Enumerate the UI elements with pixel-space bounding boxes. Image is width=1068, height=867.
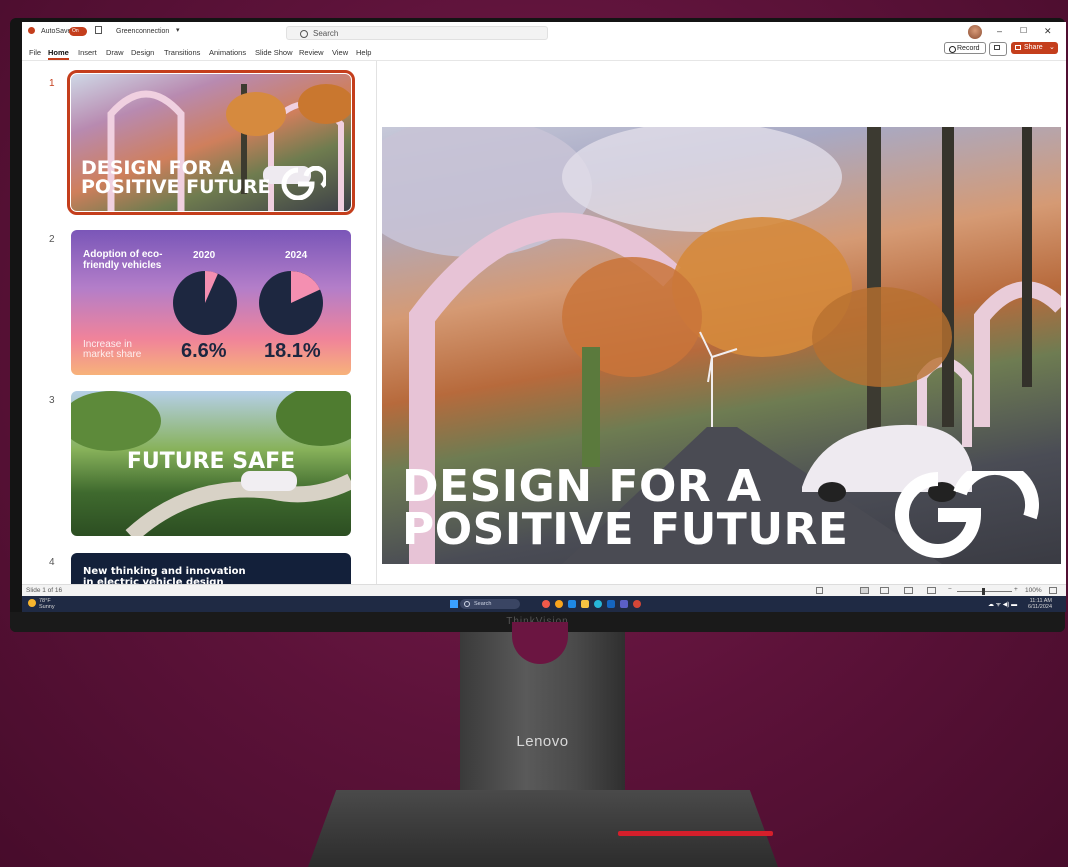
tab-home[interactable]: Home <box>48 48 69 60</box>
slide-2-caption: Increase in market share <box>83 339 142 360</box>
edge-browser-icon[interactable] <box>594 600 602 608</box>
avatar[interactable] <box>968 25 982 39</box>
comments-button[interactable] <box>989 42 1007 56</box>
go-logo-icon <box>281 166 326 200</box>
main-slide-title[interactable]: DESIGN FOR A POSITIVE FUTURE <box>402 464 849 551</box>
file-name[interactable]: Greenconnection <box>116 28 169 35</box>
weather-widget[interactable]: 78°F Sunny <box>39 598 55 610</box>
pie-chart-2024 <box>259 271 323 335</box>
record-label: Record <box>957 45 980 52</box>
slide-3-title: FUTURE SAFE <box>126 449 296 474</box>
app-icon[interactable] <box>542 600 550 608</box>
close-button[interactable]: ✕ <box>1044 26 1052 37</box>
system-tray-icons[interactable]: ☁ ᯤ ◀) ▬ <box>988 600 1017 608</box>
zoom-level[interactable]: 100% <box>1025 587 1042 594</box>
title-bar: AutoSave On Greenconnection ▾ Search – ☐… <box>22 22 1066 44</box>
year-2024-label: 2024 <box>285 250 308 261</box>
search-placeholder: Search <box>313 29 339 38</box>
reading-view-button[interactable] <box>904 587 913 594</box>
zoom-in-button[interactable]: + <box>1014 586 1018 593</box>
share-label: Share <box>1024 44 1043 51</box>
slide-number: 3 <box>49 395 55 406</box>
maximize-button[interactable]: ☐ <box>1020 26 1027 35</box>
clock[interactable]: 11:11 AM 6/11/2024 <box>1028 598 1052 610</box>
slide-1-title: DESIGN FOR A POSITIVE FUTURE <box>81 157 271 198</box>
windows-start-icon[interactable] <box>450 600 458 608</box>
autosave-label: AutoSave <box>41 28 72 35</box>
taskbar: 78°F Sunny Search ☁ ᯤ ◀) ▬ 11:11 AM 6/11… <box>22 596 1066 612</box>
slide-sorter-button[interactable] <box>880 587 889 594</box>
search-input[interactable]: Search <box>286 26 548 40</box>
powerpoint-icon[interactable] <box>633 600 641 608</box>
value-2024: 18.1% <box>264 340 321 362</box>
value-2020: 6.6% <box>181 340 227 362</box>
screen: AutoSave On Greenconnection ▾ Search – ☐… <box>22 22 1066 612</box>
slide-thumbnails-pane[interactable]: 1 DESIGN FOR A POSITIVE FUTURE 2 Adoptio… <box>22 61 377 584</box>
teams-icon[interactable] <box>620 600 628 608</box>
record-button[interactable]: Record <box>944 42 986 54</box>
slide-show-button[interactable] <box>927 587 936 594</box>
file-explorer-icon[interactable] <box>581 600 589 608</box>
slide-thumbnail-4[interactable]: New thinking and innovation in electric … <box>71 553 351 584</box>
autosave-toggle[interactable]: On <box>69 27 87 36</box>
tab-insert[interactable]: Insert <box>78 48 97 57</box>
stand-accent-stripe <box>618 831 773 836</box>
stand-brand-logo: Lenovo <box>516 733 569 750</box>
tab-slide-show[interactable]: Slide Show <box>255 48 293 57</box>
tab-design[interactable]: Design <box>131 48 154 57</box>
weather-sun-icon[interactable] <box>28 599 36 607</box>
store-icon[interactable] <box>607 600 615 608</box>
fit-slide-icon[interactable] <box>1049 587 1057 594</box>
powerpoint-logo-icon <box>28 27 35 34</box>
share-icon <box>1015 45 1021 50</box>
comment-icon <box>994 45 1000 50</box>
slide-number: 4 <box>49 557 55 568</box>
ribbon-tabs: File Home Insert Draw Design Transitions… <box>22 44 1066 61</box>
search-icon <box>300 30 308 38</box>
slide-editor[interactable]: DESIGN FOR A POSITIVE FUTURE <box>377 61 1066 584</box>
slide-thumbnail-1[interactable]: DESIGN FOR A POSITIVE FUTURE <box>67 70 355 215</box>
share-button[interactable]: Share ⌄ <box>1011 42 1058 54</box>
slide-thumbnail-2[interactable]: Adoption of eco-friendly vehicles 2020 2… <box>71 230 351 375</box>
tab-draw[interactable]: Draw <box>106 48 124 57</box>
slide-4-title: New thinking and innovation in electric … <box>83 566 246 584</box>
normal-view-button[interactable] <box>860 587 869 594</box>
accessibility-icon[interactable] <box>816 587 823 594</box>
go-logo-icon <box>895 471 1039 558</box>
tab-view[interactable]: View <box>332 48 348 57</box>
pie-chart-2020 <box>173 271 237 335</box>
slide-number: 1 <box>49 78 55 89</box>
save-icon[interactable] <box>95 26 102 34</box>
tab-animations[interactable]: Animations <box>209 48 246 57</box>
taskbar-search[interactable]: Search <box>460 599 520 609</box>
slide-number: 2 <box>49 234 55 245</box>
slide-2-heading: Adoption of eco-friendly vehicles <box>83 249 163 271</box>
chevron-down-icon: ⌄ <box>1049 44 1055 51</box>
slide-counter: Slide 1 of 16 <box>26 587 63 594</box>
zoom-out-button[interactable]: − <box>948 586 952 593</box>
tab-review[interactable]: Review <box>299 48 324 57</box>
tab-transitions[interactable]: Transitions <box>164 48 200 57</box>
tab-file[interactable]: File <box>29 48 41 57</box>
tab-help[interactable]: Help <box>356 48 371 57</box>
search-icon <box>464 601 470 607</box>
monitor-stand-base <box>308 790 778 867</box>
minimize-button[interactable]: – <box>997 26 1002 36</box>
record-icon <box>949 46 956 53</box>
slide-thumbnail-3[interactable]: FUTURE SAFE <box>71 391 351 536</box>
zoom-slider-thumb[interactable] <box>982 588 985 595</box>
main-slide[interactable]: DESIGN FOR A POSITIVE FUTURE <box>382 127 1061 564</box>
year-2020-label: 2020 <box>193 250 216 261</box>
app-icon[interactable] <box>555 600 563 608</box>
chevron-down-icon[interactable]: ▾ <box>176 26 180 34</box>
task-view-icon[interactable] <box>568 600 576 608</box>
